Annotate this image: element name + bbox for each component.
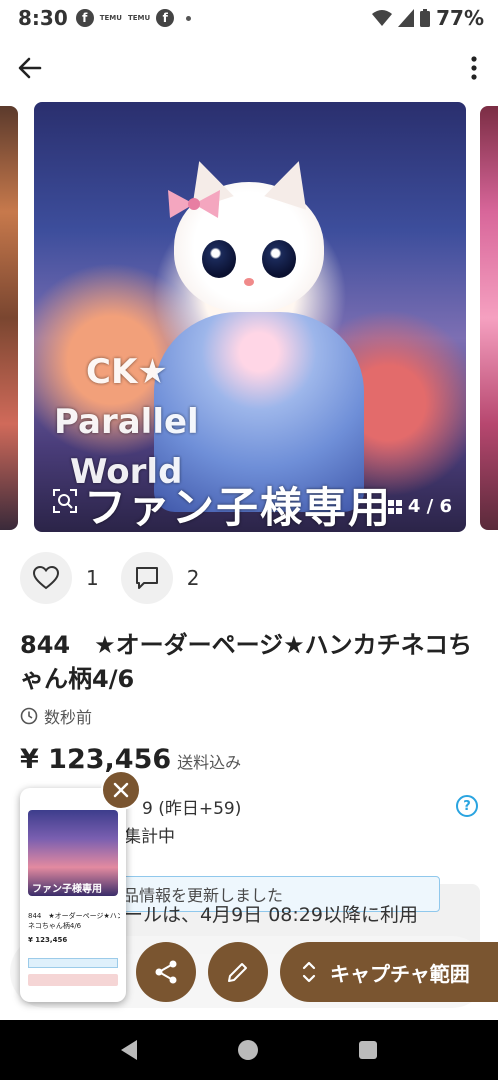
system-nav-bar	[0, 1020, 498, 1080]
more-options-icon[interactable]	[470, 56, 478, 80]
facebook-icon: f	[75, 9, 94, 27]
shipping-label: 送料込み	[177, 753, 242, 772]
preview-price: ¥ 123,456	[28, 936, 68, 944]
share-icon	[155, 960, 177, 984]
views-stat: 9 (昨日+59)	[142, 799, 242, 819]
status-right: 77%	[372, 6, 484, 30]
comment-icon	[135, 567, 158, 589]
preview-overlay-text: ファン子様専用	[32, 884, 102, 895]
screenshot-preview[interactable]: ファン子様専用 844 ★オーダーページ★ハンカチ ネコちゃん柄4/6 ¥ 12…	[20, 788, 126, 1002]
help-icon[interactable]: ?	[456, 795, 478, 817]
preview-title-2: ネコちゃん柄4/6	[28, 922, 82, 930]
close-icon	[113, 782, 129, 798]
signal-icon	[398, 9, 415, 27]
preview-button	[28, 974, 118, 986]
heart-icon	[33, 566, 59, 590]
image-text-overlay: ファン子様専用	[84, 483, 393, 532]
pencil-icon	[228, 963, 247, 982]
temu-icon: TEMU	[99, 14, 122, 22]
edit-button[interactable]	[208, 942, 268, 1002]
battery-level: 77%	[436, 6, 484, 30]
rules-text: ールは、4月9日 08:29以降に利用	[124, 904, 418, 926]
grid-icon	[387, 499, 402, 514]
posted-time: 数秒前	[44, 708, 93, 727]
product-image[interactable]: CK★ Parallel World ファン子様専用 4 / 6	[34, 102, 466, 532]
nav-recents-icon[interactable]	[359, 1041, 378, 1059]
posted-time-row: 数秒前	[20, 704, 92, 728]
back-arrow-icon[interactable]	[16, 54, 44, 82]
notification-icons: f TEMU TEMU f	[75, 9, 192, 27]
preview-notice	[28, 958, 118, 968]
close-preview-button[interactable]	[101, 770, 141, 810]
price: ¥ 123,456	[20, 744, 172, 775]
nav-home-icon[interactable]	[237, 1040, 258, 1060]
clock-icon	[20, 707, 38, 725]
item-title: 844 ★オーダーページ★ハンカチネコちゃん柄4/6	[20, 631, 473, 693]
next-image[interactable]	[480, 106, 498, 530]
image-carousel[interactable]: CK★ Parallel World ファン子様専用 4 / 6	[0, 102, 498, 532]
status-time: 8:30	[18, 6, 68, 30]
status-bar: 8:30 f TEMU TEMU f 77%	[0, 0, 498, 36]
share-button[interactable]	[136, 942, 196, 1002]
like-count: 1	[86, 566, 99, 590]
app-bar	[0, 46, 498, 90]
page-indicator-text: 4 / 6	[407, 496, 452, 517]
capture-range-button[interactable]: キャプチャ範囲	[280, 942, 498, 1002]
wifi-icon	[372, 10, 393, 26]
nav-back-icon[interactable]	[120, 1040, 137, 1060]
preview-title: 844 ★オーダーページ★ハンカチ	[28, 912, 120, 920]
comment-button[interactable]	[120, 552, 173, 604]
image-bow	[168, 190, 220, 218]
facebook-icon: f	[156, 9, 175, 27]
battery-icon	[420, 9, 431, 27]
collecting-stat: 集計中	[124, 827, 175, 847]
previous-image[interactable]	[0, 106, 18, 530]
page-indicator: 4 / 6	[387, 496, 452, 517]
action-row: 1 2	[20, 552, 221, 604]
price-row: ¥ 123,456 送料込み	[20, 744, 241, 775]
temu-icon: TEMU	[127, 14, 151, 22]
capture-range-label: キャプチャ範囲	[330, 961, 470, 986]
comment-count: 2	[186, 566, 200, 590]
more-notifications-icon	[186, 15, 192, 21]
like-button[interactable]	[20, 552, 72, 604]
image-text-ck: CK★	[86, 352, 168, 392]
expand-vertical-icon	[302, 961, 316, 983]
image-text-parallel: Parallel	[54, 402, 199, 442]
zoom-icon[interactable]	[52, 488, 78, 514]
